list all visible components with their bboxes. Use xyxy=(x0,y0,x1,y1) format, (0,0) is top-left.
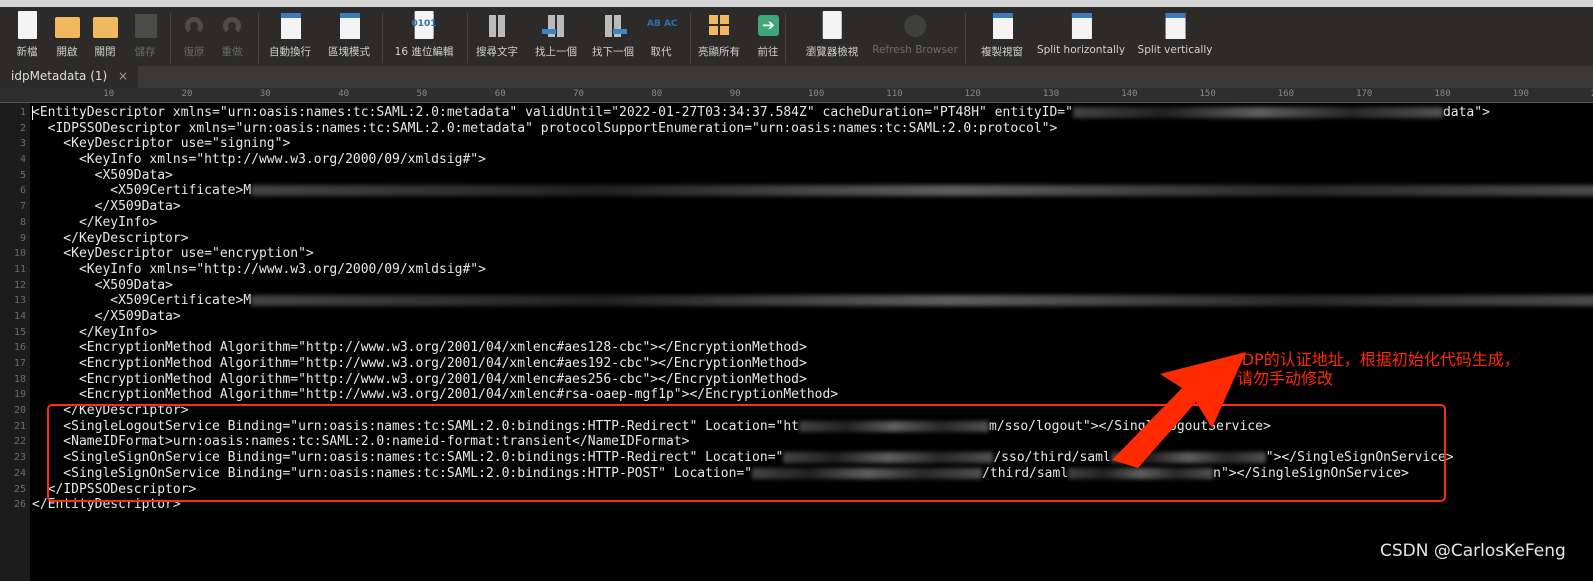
watermark: CSDN @CarlosKeFeng xyxy=(1380,541,1566,561)
arrow-shape xyxy=(1112,352,1246,468)
annotation-arrow-icon xyxy=(1112,352,1246,468)
annotation-line-2: 请勿手动修改 xyxy=(1237,369,1334,388)
annotation-note: IDP的认证地址，根据初始化代码生成， 请勿手动修改 xyxy=(1237,350,1520,388)
annotation-line-1: IDP的认证地址，根据初始化代码生成， xyxy=(1237,350,1520,369)
